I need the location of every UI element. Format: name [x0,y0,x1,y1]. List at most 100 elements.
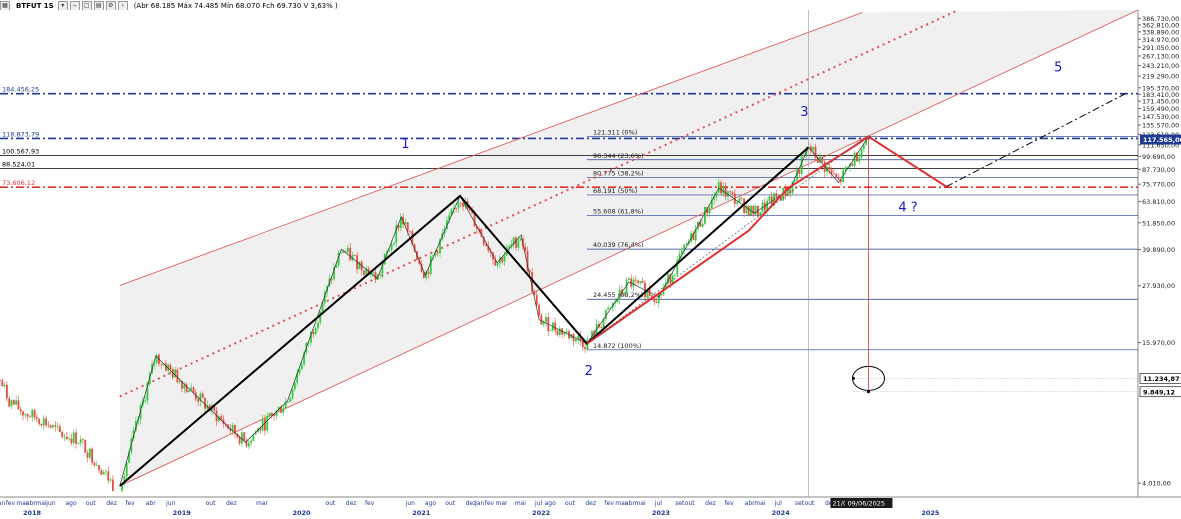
x-month-label: dez [106,500,117,507]
candle-body [187,390,190,393]
x-month-label: dez [705,500,716,507]
candle-body [95,464,98,466]
candle-body [374,272,377,280]
candle-body [535,295,538,305]
x-month-label: out [325,500,335,507]
horizontal-level-label: 73.606,12 [2,179,35,187]
candle-body [35,417,38,420]
wave-label: 4 ? [898,200,917,215]
candle-body [701,223,704,227]
y-tick-label: 39.890,00 [1142,246,1175,254]
x-month-label: out [685,500,695,507]
candle-body [204,397,206,409]
price-tag-label: 11.234,87 [1143,375,1180,383]
candle-body [6,385,8,399]
candle-body [632,279,635,287]
candle-body [314,328,317,335]
candle-body [160,363,163,365]
y-tick-label: 159.490,00 [1142,105,1179,113]
candle-body [1,380,4,387]
x-month-label: mai [634,500,646,507]
fib-level-label: 80.775 (38,2%) [593,170,644,178]
candle-body [63,436,66,438]
y-tick-label: 147.530,00 [1142,113,1179,121]
candle-body [501,257,504,262]
candle-body [38,419,41,424]
candle-body [740,197,743,199]
candle-body [105,471,107,473]
candle-body [3,385,6,387]
candle-body [549,330,552,332]
candle-body [556,330,559,335]
candle-body [584,347,587,350]
candle-body [192,387,195,393]
candle-body [0,380,1,381]
x-month-label: out [805,500,815,507]
candle-body [68,438,71,440]
y-tick-label: 51.850,00 [1142,219,1175,227]
x-month-label: fev [485,500,495,507]
cursor-date-label: 21/( 09/06/2025 [832,500,885,508]
x-month-label: abr [146,500,156,507]
candle-body [455,208,458,209]
candle-body [61,432,64,438]
candle-body [247,442,250,447]
candle-body [31,410,34,418]
candle-body [100,470,103,475]
candle-body [565,331,568,333]
candle-body [169,364,172,370]
candle-body [300,364,303,370]
fib-level-label: 55.608 (61,8%) [593,208,644,216]
x-month-label: fev [125,500,135,507]
candle-body [860,149,863,158]
candle-body [862,144,865,150]
candle-body [12,400,15,405]
candle-body [197,399,200,402]
candle-body [496,263,499,266]
candle-body [52,425,54,428]
x-year-label: 2023 [652,509,670,517]
candle-body [10,400,13,407]
candle-body [8,398,11,407]
candle-body [293,382,296,390]
candle-body [33,410,36,418]
candle-body [178,380,181,383]
candle-body [708,208,711,214]
candle-body [540,315,543,325]
candle-body [545,317,547,323]
candle-body [243,432,246,441]
candle-body [111,479,114,491]
x-month-label: mar [496,500,509,507]
candle-body [75,432,77,444]
candle-body [747,206,750,216]
candle-body [98,464,100,471]
x-month-label: mai [515,500,527,507]
y-tick-label: 135.570,00 [1142,122,1179,130]
candle-body [56,426,59,428]
candle-body [107,471,110,481]
candle-body [462,203,464,207]
candle-body [79,439,82,443]
y-tick-label: 314.970,00 [1142,36,1179,44]
price-tag-label: 9.849,12 [1143,388,1175,396]
candle-body [91,448,94,463]
candle-body [49,425,52,428]
y-tick-label: 75.770,00 [1142,181,1175,189]
x-month-label: jan [0,500,5,507]
candle-body [639,280,642,283]
fib-level-label: 68.191 (50%) [593,187,637,195]
horizontal-level-label: 100.567,93 [2,147,39,155]
x-month-label: fev [724,500,734,507]
candle-body [704,207,706,224]
candle-body [558,328,561,335]
candle-body [15,400,18,405]
candle-body [685,243,688,245]
candle-body [752,205,755,215]
x-year-label: 2021 [412,509,431,517]
candle-body [22,411,24,416]
x-month-label: mai [754,500,766,507]
y-tick-label: 15.970,00 [1142,339,1175,347]
candle-body [29,416,31,418]
candle-body [833,173,835,175]
x-month-label: out [445,500,455,507]
